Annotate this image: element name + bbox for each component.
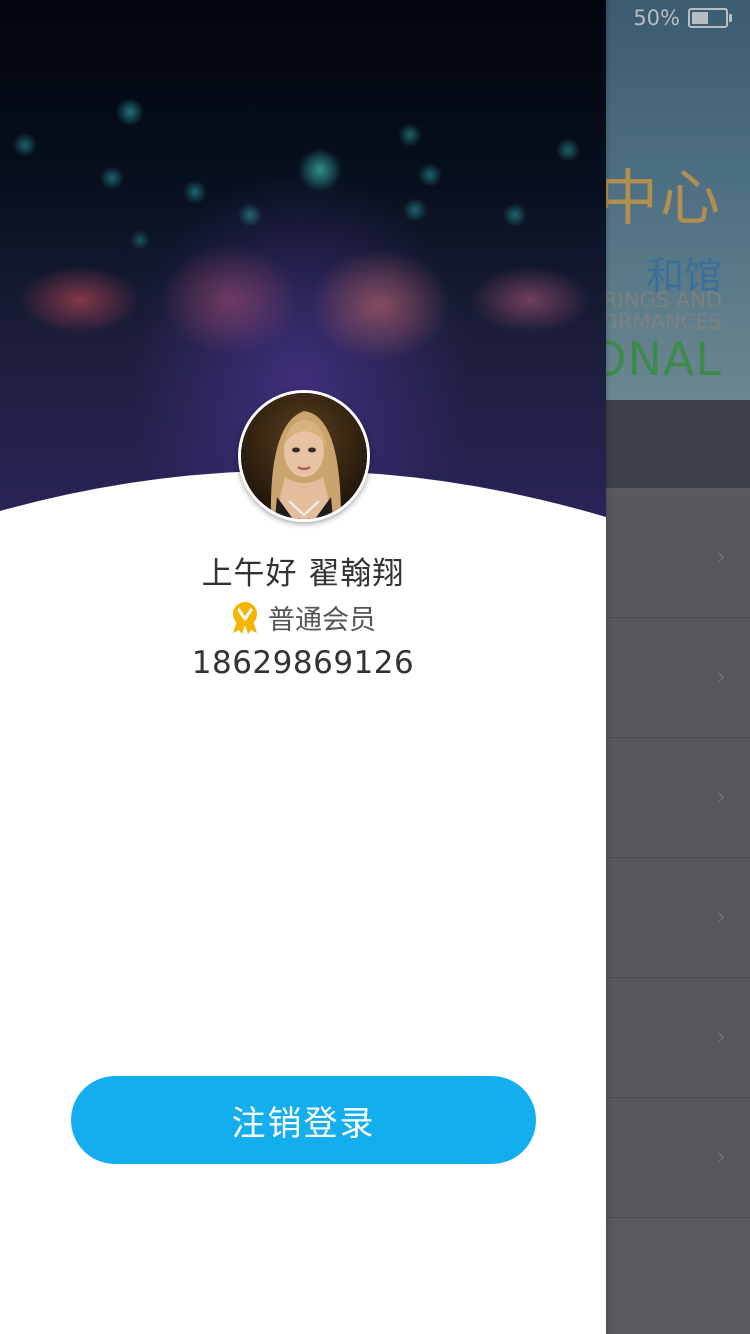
chevron-right-icon: › <box>715 1142 726 1172</box>
member-level-label: 普通会员 <box>268 605 376 636</box>
avatar[interactable] <box>238 390 370 522</box>
chevron-right-icon: › <box>715 662 726 692</box>
chevron-right-icon: › <box>715 782 726 812</box>
banner-text-line5: ONAL <box>590 332 722 386</box>
banner-text-line1: 中心 <box>598 164 722 234</box>
battery-icon <box>688 8 732 28</box>
side-drawer: 上午好 翟翰翔 普通会员 18629869126 注销登录 <box>0 0 606 1334</box>
banner-text-line4: ORMANCES <box>601 310 722 334</box>
banner-text-line3: RINGS AND <box>602 288 722 312</box>
status-bar: 50% <box>633 0 750 36</box>
chevron-right-icon: › <box>715 902 726 932</box>
member-badge-icon <box>233 601 257 634</box>
greeting-text: 上午好 翟翰翔 <box>201 556 405 592</box>
logout-button[interactable]: 注销登录 <box>71 1076 536 1164</box>
phone-number: 18629869126 <box>191 645 415 681</box>
battery-percent: 50% <box>633 6 680 30</box>
chevron-right-icon: › <box>715 1022 726 1052</box>
avatar-portrait-image <box>241 393 367 519</box>
member-level: 普通会员 <box>0 598 606 637</box>
chevron-right-icon: › <box>715 542 726 572</box>
